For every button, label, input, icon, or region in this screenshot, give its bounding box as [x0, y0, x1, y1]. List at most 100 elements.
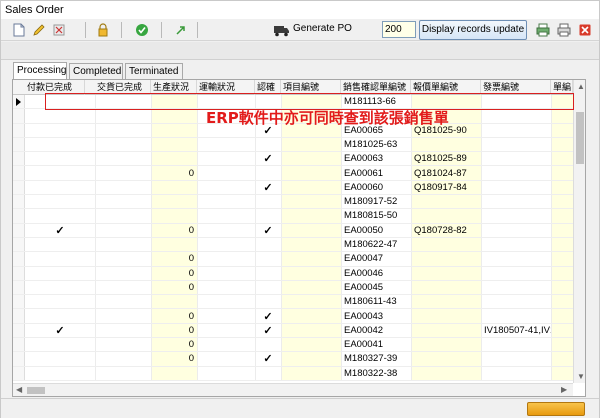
cell-delivery-done	[95, 238, 151, 252]
cell-item-no	[281, 152, 341, 166]
table-row[interactable]: ✓ 0 ✓ EA00042 IV180507-41,IV1i	[13, 324, 573, 339]
edit-button[interactable]	[29, 21, 47, 39]
cell-production: 0	[188, 353, 194, 365]
cell-so-no: M180611-43	[344, 296, 397, 308]
cell-payment-done	[25, 367, 95, 381]
cell-production	[151, 367, 197, 381]
table-row[interactable]: 0 EA00041	[13, 338, 573, 353]
cell-invoice-no	[481, 281, 551, 295]
table-row[interactable]: 0 EA00061 Q181024-87	[13, 167, 573, 181]
table-row[interactable]: 0 EA00045	[13, 281, 573, 296]
vertical-scrollbar[interactable]: ▲ ▼	[573, 80, 585, 383]
cell-item-no	[281, 338, 341, 352]
cell-payment-done: ✓	[55, 324, 65, 337]
tab-completed[interactable]: Completed	[69, 63, 123, 79]
cell-confirmed	[255, 252, 281, 266]
table-row[interactable]: M180611-43	[13, 295, 573, 310]
generate-po-button[interactable]: Generate PO	[269, 21, 379, 39]
annotation-text: ERP軟件中亦可同時查到該張銷售單	[206, 109, 449, 127]
scroll-left-icon[interactable]: ◀	[16, 385, 22, 394]
cell-payment-done	[25, 167, 95, 181]
record-count-input[interactable]	[382, 21, 416, 38]
scroll-down-icon[interactable]: ▼	[577, 372, 585, 381]
cell-quote-no	[411, 238, 481, 252]
display-records-update-button[interactable]: Display records update	[419, 20, 527, 40]
print-button[interactable]	[554, 21, 572, 39]
cell-shipping	[197, 167, 255, 181]
cell-invoice-no	[481, 152, 551, 166]
table-row[interactable]: M180917-52	[13, 195, 573, 210]
cell-delivery-done	[95, 109, 151, 123]
cell-so-no: EA00041	[344, 339, 384, 351]
vertical-scroll-thumb[interactable]	[576, 112, 584, 164]
cell-item-no	[281, 281, 341, 295]
cell-delivery-done	[95, 152, 151, 166]
cell-delivery-done	[95, 224, 151, 238]
cell-invoice-no	[481, 138, 551, 152]
cell-payment-done	[25, 338, 95, 352]
horizontal-scroll-thumb[interactable]	[27, 387, 45, 394]
export-arrow-icon	[176, 26, 185, 35]
cell-shipping	[197, 338, 255, 352]
cell-shipping	[197, 295, 255, 309]
scroll-right-icon[interactable]: ▶	[561, 385, 567, 394]
cell-invoice-no	[481, 209, 551, 223]
table-row[interactable]: 0 EA00046	[13, 267, 573, 281]
cell-delivery-done	[95, 267, 151, 281]
close-button[interactable]	[575, 21, 593, 39]
cell-quote-no	[411, 338, 481, 352]
table-row[interactable]: M180322-38	[13, 367, 573, 381]
lock-button[interactable]	[93, 21, 111, 39]
print-preview-button[interactable]	[533, 21, 551, 39]
cell-delivery-done	[95, 252, 151, 266]
cell-so-no: M180322-38	[344, 367, 398, 379]
cell-delivery-done	[95, 209, 151, 223]
table-row[interactable]: ✓ 0 ✓ EA00050 Q180728-82	[13, 224, 573, 238]
cell-payment-done	[25, 352, 95, 366]
cell-delivery-done	[95, 124, 151, 138]
cell-production	[151, 238, 197, 252]
cell-shipping	[197, 238, 255, 252]
cell-confirmed	[255, 209, 281, 223]
tab-terminated[interactable]: Terminated	[125, 63, 183, 79]
table-row[interactable]: ✓ EA00060 Q180917-84	[13, 181, 573, 196]
tab-processing[interactable]: Processing	[13, 62, 67, 79]
cell-invoice-no	[481, 195, 551, 209]
filter-strip	[1, 42, 599, 60]
cell-payment-done	[25, 124, 95, 138]
toolbar: Generate PO Display records update	[1, 19, 599, 41]
cell-quote-no	[411, 295, 481, 309]
new-document-icon	[13, 23, 25, 37]
table-row[interactable]: M180622-47	[13, 238, 573, 253]
export-button[interactable]	[171, 21, 189, 39]
cell-item-no	[281, 310, 341, 324]
status-toggle-button[interactable]	[527, 402, 585, 416]
toolbar-separator	[85, 22, 86, 38]
printer-icon	[536, 23, 550, 37]
cell-confirmed: ✓	[263, 310, 273, 323]
cell-so-no: EA00047	[344, 253, 384, 265]
cell-payment-done: ✓	[55, 224, 65, 237]
cell-so-no: EA00043	[344, 310, 384, 322]
cell-item-no	[281, 181, 341, 195]
approve-button[interactable]	[132, 21, 150, 39]
table-row[interactable]: ✓ EA00063 Q181025-89	[13, 152, 573, 167]
new-button[interactable]	[9, 21, 27, 39]
table-row[interactable]: 0 ✓ EA00043	[13, 310, 573, 324]
cell-delivery-done	[95, 310, 151, 324]
cell-invoice-no	[481, 367, 551, 381]
table-row[interactable]: 0 EA00047	[13, 252, 573, 267]
table-row[interactable]: 0 ✓ M180327-39	[13, 352, 573, 367]
horizontal-scrollbar[interactable]: ◀ ▶	[13, 383, 573, 396]
scroll-up-icon[interactable]: ▲	[577, 82, 585, 91]
cell-delivery-done	[95, 324, 151, 338]
cell-invoice-no	[481, 310, 551, 324]
cell-invoice-no	[481, 224, 551, 238]
delete-button[interactable]	[49, 21, 67, 39]
cell-delivery-done	[95, 167, 151, 181]
cell-item-no	[281, 209, 341, 223]
table-row[interactable]: M180815-50	[13, 209, 573, 224]
table-row[interactable]: M181025-63	[13, 138, 573, 153]
cell-so-no: EA00063	[344, 153, 384, 165]
cell-confirmed: ✓	[263, 224, 273, 237]
